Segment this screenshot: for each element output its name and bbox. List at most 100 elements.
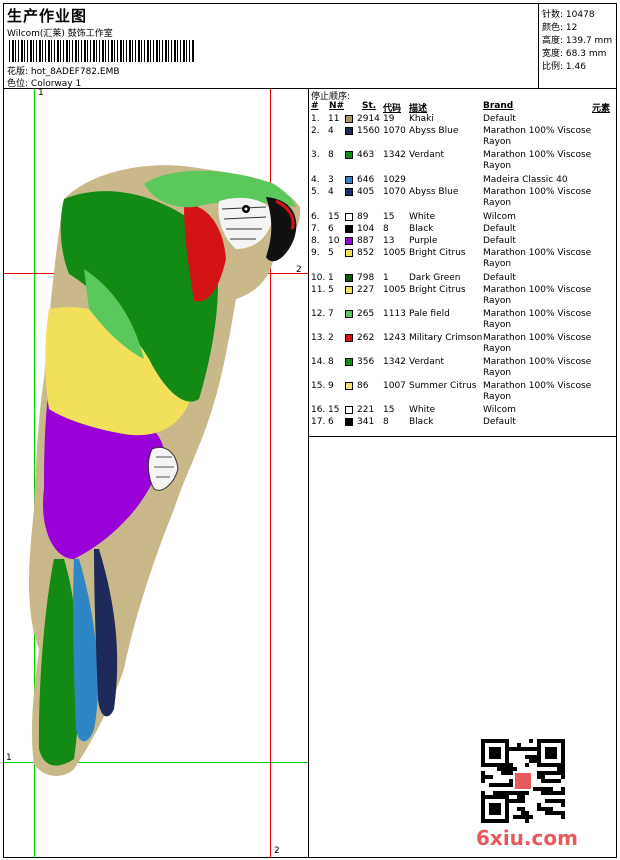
row-code: 1005 <box>383 248 406 258</box>
row-index: 13. <box>311 333 326 343</box>
row-description: Abyss Blue <box>409 187 459 197</box>
row-needle: 11 <box>328 114 340 124</box>
row-needle: 4 <box>328 187 334 197</box>
row-brand: Default <box>483 224 516 234</box>
row-stitches: 1560 <box>357 126 380 136</box>
color-swatch <box>345 310 353 318</box>
row-index: 4. <box>311 175 320 185</box>
row-code: 1007 <box>383 381 406 391</box>
row-index: 12. <box>311 309 326 319</box>
row-brand: Default <box>483 273 516 283</box>
row-needle: 7 <box>328 309 334 319</box>
color-swatch <box>345 418 353 426</box>
row-stitches: 341 <box>357 417 375 427</box>
color-swatch <box>345 406 353 414</box>
row-brand: Marathon 100% Viscose Rayon <box>483 150 592 171</box>
row-index: 15. <box>311 381 326 391</box>
row-stitches: 463 <box>357 150 375 160</box>
col-header-num: # <box>311 101 319 111</box>
row-code: 1070 <box>383 126 406 136</box>
color-swatch <box>345 176 353 184</box>
row-code: 1070 <box>383 187 406 197</box>
row-stitches: 86 <box>357 381 369 391</box>
row-description: White <box>409 212 436 222</box>
row-index: 2. <box>311 126 320 136</box>
row-needle: 15 <box>328 212 340 222</box>
barcode <box>9 40 195 62</box>
row-description: Dark Green <box>409 273 461 283</box>
row-needle: 5 <box>328 285 334 295</box>
row-brand: Marathon 100% Viscose Rayon <box>483 187 592 208</box>
row-stitches: 265 <box>357 309 375 319</box>
row-index: 8. <box>311 236 320 246</box>
row-description: Military Crimson <box>409 333 483 343</box>
row-brand: Marathon 100% Viscose Rayon <box>483 126 592 147</box>
color-swatch <box>345 225 353 233</box>
row-description: Purple <box>409 236 438 246</box>
row-stitches: 227 <box>357 285 375 295</box>
color-swatch <box>345 286 353 294</box>
info-colors: 颜色: 12 <box>542 23 578 33</box>
color-swatch <box>345 274 353 282</box>
table-row: 15. 9 86 1007 Summer Citrus Marathon 100% Vis… <box>309 381 617 405</box>
row-code: 13 <box>383 236 395 246</box>
color-swatch <box>345 334 353 342</box>
row-stitches: 405 <box>357 187 375 197</box>
row-description: Black <box>409 417 434 427</box>
row-index: 5. <box>311 187 320 197</box>
row-description: Bright Citrus <box>409 285 466 295</box>
row-brand: Default <box>483 417 516 427</box>
row-index: 16. <box>311 405 326 415</box>
row-needle: 5 <box>328 248 334 258</box>
color-swatch <box>345 358 353 366</box>
parrot-embroidery-image <box>29 165 301 776</box>
row-index: 6. <box>311 212 320 222</box>
row-stitches: 221 <box>357 405 375 415</box>
row-brand: Wilcom <box>483 405 516 415</box>
table-row: 14. 8 356 1342 Verdant Marathon 100% Viscose … <box>309 357 617 381</box>
row-needle: 8 <box>328 150 334 160</box>
row-brand: Marathon 100% Viscose Rayon <box>483 309 592 330</box>
row-needle: 2 <box>328 333 334 343</box>
col-header-brand: Brand <box>483 101 514 111</box>
row-brand: Marathon 100% Viscose Rayon <box>483 285 592 306</box>
color-swatch <box>345 188 353 196</box>
design-canvas: 1 1 2 2 <box>4 89 308 858</box>
col-header-code: 代码 <box>383 104 402 114</box>
row-description: Khaki <box>409 114 434 124</box>
row-code: 1342 <box>383 150 406 160</box>
row-brand: Default <box>483 236 516 246</box>
row-code: 1243 <box>383 333 406 343</box>
row-brand: Wilcom <box>483 212 516 222</box>
color-swatch <box>345 213 353 221</box>
row-code: 19 <box>383 114 395 124</box>
color-swatch <box>345 115 353 123</box>
table-row: 12. 7 265 1113 Pale field Marathon 100% Visco… <box>309 309 617 333</box>
row-needle: 6 <box>328 417 334 427</box>
col-header-n: N# <box>329 101 345 111</box>
row-description: Verdant <box>409 150 444 160</box>
watermark: 6xiu.com <box>476 826 578 850</box>
color-swatch <box>345 249 353 257</box>
qr-code <box>481 739 565 823</box>
table-row: 9. 5 852 1005 Bright Citrus Marathon 100% Vis… <box>309 248 617 272</box>
row-brand: Madeira Classic 40 <box>483 175 568 185</box>
row-needle: 4 <box>328 126 334 136</box>
row-needle: 15 <box>328 405 340 415</box>
row-stitches: 89 <box>357 212 369 222</box>
row-index: 10. <box>311 273 326 283</box>
row-code: 8 <box>383 224 389 234</box>
row-stitches: 887 <box>357 236 375 246</box>
company-name: Wilcom(汇莱) 鼓饰工作室 <box>7 29 113 39</box>
row-brand: Marathon 100% Viscose Rayon <box>483 357 592 378</box>
row-code: 1005 <box>383 285 406 295</box>
row-brand: Default <box>483 114 516 124</box>
row-code: 8 <box>383 417 389 427</box>
row-description: Bright Citrus <box>409 248 466 258</box>
row-needle: 9 <box>328 381 334 391</box>
table-row: 5. 4 405 1070 Abyss Blue Marathon 100% Viscos… <box>309 187 617 211</box>
row-description: White <box>409 405 436 415</box>
row-code: 15 <box>383 212 395 222</box>
row-needle: 10 <box>328 236 340 246</box>
row-description: Verdant <box>409 357 444 367</box>
